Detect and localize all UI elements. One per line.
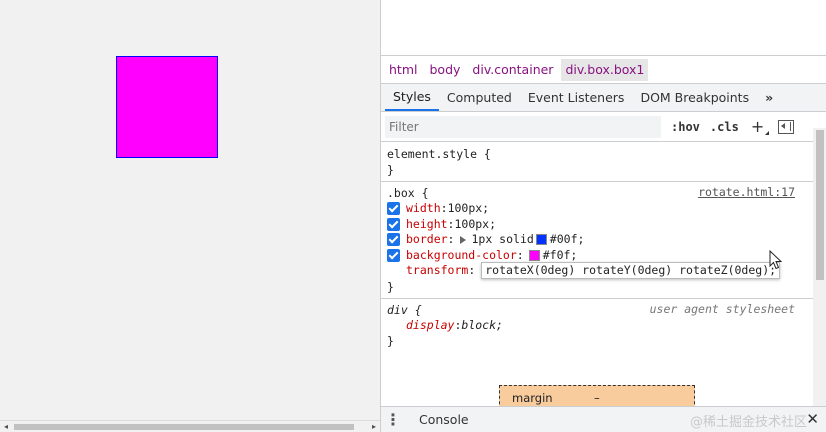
- scrollbar-thumb[interactable]: [816, 130, 824, 280]
- property-name[interactable]: width: [406, 201, 441, 217]
- box-element[interactable]: [116, 56, 218, 158]
- new-rule-plus-icon[interactable]: +: [751, 117, 770, 136]
- declaration-transform: transform: rotateX(0deg) rotateY(0deg) r…: [387, 262, 813, 280]
- property-value[interactable]: 1px solid: [471, 232, 533, 248]
- more-tabs-icon[interactable]: »: [757, 84, 779, 111]
- property-name: display: [406, 317, 455, 332]
- declaration-width: width: 100px;: [387, 201, 813, 217]
- drawer-bar: ⋮ Console @稀土掘金技术社区 ✕: [381, 406, 826, 432]
- declaration-height: height: 100px;: [387, 217, 813, 233]
- source-link[interactable]: rotate.html:17: [698, 185, 795, 199]
- property-value[interactable]: 100px;: [454, 217, 496, 233]
- color-value[interactable]: #00f;: [550, 232, 585, 248]
- breadcrumb-body[interactable]: body: [425, 59, 464, 81]
- property-name[interactable]: background-color: [406, 248, 517, 264]
- close-icon[interactable]: ✕: [806, 410, 819, 428]
- checkbox-border[interactable]: [387, 233, 400, 247]
- checkbox-width[interactable]: [387, 202, 400, 216]
- color-swatch[interactable]: [528, 249, 540, 261]
- breadcrumb-container[interactable]: div.container: [468, 59, 557, 81]
- property-value: block;: [461, 317, 503, 332]
- breadcrumb-box[interactable]: div.box.box1: [561, 58, 649, 81]
- transform-value-editor[interactable]: rotateX(0deg) rotateY(0deg) rotateZ(0deg…: [481, 262, 781, 280]
- hov-button[interactable]: :hov: [671, 120, 700, 134]
- sidebar-tabs: Styles Computed Event Listeners DOM Brea…: [381, 84, 826, 112]
- checkbox-height[interactable]: [387, 217, 400, 231]
- tab-styles[interactable]: Styles: [385, 84, 439, 111]
- property-name[interactable]: border: [406, 232, 448, 248]
- property-name[interactable]: height: [406, 217, 448, 233]
- toggle-sidebar-icon[interactable]: [778, 119, 795, 134]
- devtools-panel: html body div.container div.box.box1 Sty…: [380, 0, 826, 432]
- scroll-left-arrow-icon[interactable]: ◂: [0, 421, 12, 432]
- color-swatch[interactable]: [535, 234, 547, 246]
- expand-triangle-icon[interactable]: [460, 235, 467, 244]
- property-value[interactable]: 100px;: [448, 201, 490, 217]
- vertical-scrollbar[interactable]: [813, 128, 826, 406]
- margin-label: margin: [512, 391, 553, 405]
- tab-dom-breakpoints[interactable]: DOM Breakpoints: [632, 84, 757, 111]
- checkbox-background-color[interactable]: [387, 248, 400, 262]
- rule-close-brace[interactable]: }: [387, 279, 813, 295]
- page-viewport: ◂ ▸: [0, 0, 380, 432]
- cls-button[interactable]: .cls: [710, 120, 739, 134]
- tab-event-listeners[interactable]: Event Listeners: [520, 84, 633, 111]
- property-name[interactable]: transform: [406, 263, 468, 279]
- declaration-display: display: block;: [406, 317, 503, 332]
- breadcrumb-html[interactable]: html: [385, 59, 421, 81]
- color-value[interactable]: #f0f;: [543, 248, 578, 264]
- breadcrumb: html body div.container div.box.box1: [381, 56, 826, 84]
- rule-selector[interactable]: element.style {: [387, 146, 813, 162]
- rule-close-brace[interactable]: }: [387, 162, 813, 178]
- user-agent-label: user agent stylesheet: [649, 301, 795, 316]
- rule-close-brace: }: [387, 334, 394, 348]
- box-model-diagram: margin –: [381, 352, 813, 415]
- horizontal-scrollbar[interactable]: ◂ ▸: [0, 420, 380, 432]
- margin-value[interactable]: –: [594, 391, 600, 405]
- styles-toolbar: :hov .cls +: [381, 112, 826, 142]
- elements-tree-area: [381, 0, 826, 56]
- filter-input[interactable]: [385, 115, 661, 138]
- scrollbar-thumb[interactable]: [14, 424, 354, 430]
- rule-box: .box { rotate.html:17 width: 100px; heig…: [381, 182, 813, 299]
- scroll-right-arrow-icon[interactable]: ▸: [368, 421, 380, 432]
- declaration-background-color: background-color: #f0f;: [387, 248, 813, 264]
- watermark: @稀土掘金技术社区: [689, 415, 807, 430]
- tab-computed[interactable]: Computed: [439, 84, 520, 111]
- declaration-border: border: 1px solid #00f;: [387, 232, 813, 248]
- tab-console[interactable]: Console: [419, 412, 469, 427]
- more-menu-icon[interactable]: ⋮: [381, 410, 405, 429]
- mouse-cursor-icon: [769, 250, 783, 270]
- rule-div-user-agent: div { user agent stylesheet display: blo…: [381, 299, 813, 353]
- rule-element-style: element.style { }: [381, 143, 813, 182]
